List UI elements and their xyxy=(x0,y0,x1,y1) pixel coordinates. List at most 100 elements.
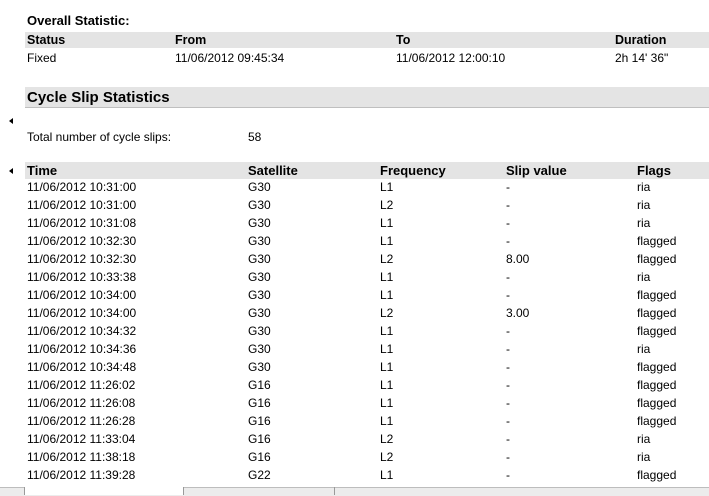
cell-satellite: G30 xyxy=(248,360,271,374)
cell-satellite: G30 xyxy=(248,180,271,194)
cell-flags: ria xyxy=(637,450,651,464)
table-row: 11/06/2012 10:34:32 G30 L1 - flagged xyxy=(0,324,709,342)
cell-satellite: G30 xyxy=(248,324,271,338)
cell-time: 11/06/2012 10:33:38 xyxy=(27,270,137,284)
cell-satellite: G30 xyxy=(248,234,271,248)
cell-satellite: G30 xyxy=(248,306,271,320)
cell-frequency: L1 xyxy=(380,396,394,410)
table-row: 11/06/2012 11:33:04 G16 L2 - ria xyxy=(0,432,709,450)
collapse-arrow-icon[interactable] xyxy=(9,168,13,174)
table-row: 11/06/2012 10:34:00 G30 L1 - flagged xyxy=(0,288,709,306)
bottom-tab[interactable] xyxy=(0,487,25,495)
cell-time: 11/06/2012 11:26:08 xyxy=(27,396,136,410)
table-row: 11/06/2012 11:38:18 G16 L2 - ria xyxy=(0,450,709,468)
cell-satellite: G16 xyxy=(248,378,271,392)
table-row: 11/06/2012 10:31:00 G30 L1 - ria xyxy=(0,180,709,198)
column-header-flags: Flags xyxy=(637,163,671,178)
cell-time: 11/06/2012 10:34:48 xyxy=(27,360,137,374)
table-row: 11/06/2012 10:32:30 G30 L1 - flagged xyxy=(0,234,709,252)
cell-slip-value: - xyxy=(506,198,510,212)
column-header-satellite: Satellite xyxy=(248,163,298,178)
cell-slip-value: - xyxy=(506,324,510,338)
cell-time: 11/06/2012 10:31:00 xyxy=(27,180,137,194)
cell-time: 11/06/2012 10:31:08 xyxy=(27,216,137,230)
overall-header-from: From xyxy=(175,33,207,47)
total-cycle-slips-label: Total number of cycle slips: xyxy=(27,130,172,144)
cell-time: 11/06/2012 10:32:30 xyxy=(27,234,137,248)
cell-flags: ria xyxy=(637,180,651,194)
cell-slip-value: 8.00 xyxy=(506,252,530,266)
column-header-frequency: Frequency xyxy=(380,163,446,178)
table-row: 11/06/2012 11:26:08 G16 L1 - flagged xyxy=(0,396,709,414)
cell-slip-value: - xyxy=(506,342,510,356)
cell-flags: flagged xyxy=(637,360,677,374)
table-row: 11/06/2012 10:33:38 G30 L1 - ria xyxy=(0,270,709,288)
cell-flags: flagged xyxy=(637,306,677,320)
cell-slip-value: - xyxy=(506,432,510,446)
overall-header-duration: Duration xyxy=(615,33,667,47)
cell-time: 11/06/2012 10:34:00 xyxy=(27,306,137,320)
overall-statistic-title: Overall Statistic: xyxy=(27,13,130,28)
cell-time: 11/06/2012 10:34:32 xyxy=(27,324,137,338)
cell-slip-value: - xyxy=(506,450,510,464)
cell-time: 11/06/2012 10:32:30 xyxy=(27,252,137,266)
table-row: 11/06/2012 11:39:28 G22 L1 - flagged xyxy=(0,468,709,486)
cell-frequency: L1 xyxy=(380,270,394,284)
column-header-slip-value: Slip value xyxy=(506,163,567,178)
cell-time: 11/06/2012 10:31:00 xyxy=(27,198,137,212)
cell-frequency: L2 xyxy=(380,252,394,266)
bottom-tab[interactable] xyxy=(184,487,335,495)
table-row: 11/06/2012 10:34:36 G30 L1 - ria xyxy=(0,342,709,360)
cell-slip-value: - xyxy=(506,180,510,194)
cell-frequency: L2 xyxy=(380,198,394,212)
bottom-tab-active[interactable] xyxy=(25,487,184,495)
table-row: 11/06/2012 10:31:08 G30 L1 - ria xyxy=(0,216,709,234)
table-row: 11/06/2012 10:34:00 G30 L2 3.00 flagged xyxy=(0,306,709,324)
collapse-arrow-icon[interactable] xyxy=(9,118,13,124)
table-row: 11/06/2012 10:34:48 G30 L1 - flagged xyxy=(0,360,709,378)
cell-flags: flagged xyxy=(637,252,677,266)
cell-slip-value: - xyxy=(506,270,510,284)
overall-value-duration: 2h 14' 36" xyxy=(615,51,669,65)
cell-time: 11/06/2012 10:34:36 xyxy=(27,342,137,356)
cell-time: 11/06/2012 11:38:18 xyxy=(27,450,136,464)
cell-frequency: L1 xyxy=(380,324,394,338)
cell-slip-value: - xyxy=(506,234,510,248)
cell-frequency: L1 xyxy=(380,378,394,392)
table-row: 11/06/2012 11:26:02 G16 L1 - flagged xyxy=(0,378,709,396)
cell-satellite: G16 xyxy=(248,450,271,464)
table-row: 11/06/2012 11:26:28 G16 L1 - flagged xyxy=(0,414,709,432)
cell-frequency: L1 xyxy=(380,342,394,356)
cell-slip-value: - xyxy=(506,378,510,392)
cell-frequency: L1 xyxy=(380,288,394,302)
cell-time: 11/06/2012 11:26:28 xyxy=(27,414,136,428)
cell-frequency: L1 xyxy=(380,468,394,482)
cell-frequency: L2 xyxy=(380,432,394,446)
cell-slip-value: - xyxy=(506,216,510,230)
overall-header-status: Status xyxy=(27,33,66,47)
cell-frequency: L1 xyxy=(380,216,394,230)
cell-slip-value: - xyxy=(506,360,510,374)
cell-satellite: G16 xyxy=(248,432,271,446)
cell-flags: ria xyxy=(637,198,651,212)
cell-slip-value: 3.00 xyxy=(506,306,530,320)
cell-satellite: G30 xyxy=(248,288,271,302)
cell-flags: ria xyxy=(637,432,651,446)
cell-satellite: G30 xyxy=(248,216,271,230)
cell-time: 11/06/2012 11:26:02 xyxy=(27,378,136,392)
cell-satellite: G30 xyxy=(248,198,271,212)
column-header-time: Time xyxy=(27,163,58,178)
overall-header-to: To xyxy=(396,33,411,47)
cell-satellite: G16 xyxy=(248,414,271,428)
cell-flags: flagged xyxy=(637,468,677,482)
cell-satellite: G16 xyxy=(248,396,271,410)
table-row: 11/06/2012 10:32:30 G30 L2 8.00 flagged xyxy=(0,252,709,270)
cell-flags: ria xyxy=(637,270,651,284)
cell-frequency: L2 xyxy=(380,450,394,464)
overall-value-to: 11/06/2012 12:00:10 xyxy=(396,51,506,65)
cell-flags: flagged xyxy=(637,288,677,302)
cell-slip-value: - xyxy=(506,396,510,410)
cell-slip-value: - xyxy=(506,468,510,482)
cycle-slip-section-title: Cycle Slip Statistics xyxy=(27,89,170,106)
cell-time: 11/06/2012 11:33:04 xyxy=(27,432,136,446)
